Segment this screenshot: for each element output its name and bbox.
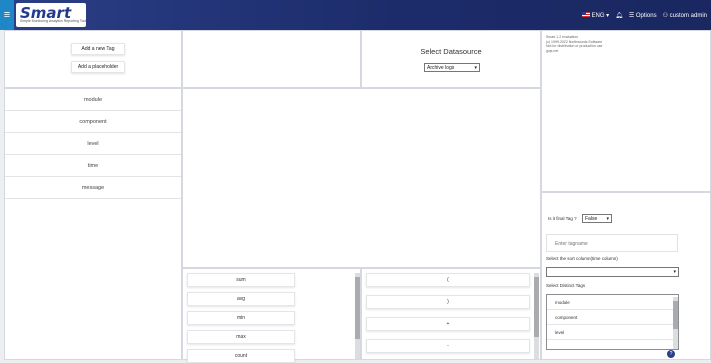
us-flag-icon	[581, 12, 590, 18]
tag-actions-panel: Add a new Tag Add a placeholder	[4, 30, 182, 88]
column-item-message[interactable]: message	[5, 177, 181, 199]
diagram-info-panel: Smart 1.2 evaluation (c) 1999-2022 North…	[541, 30, 711, 192]
datasource-select[interactable]: Archive logs ▾	[424, 63, 480, 72]
functions-panel: sum avg min max count	[182, 268, 361, 363]
options-label: Options	[635, 12, 657, 19]
final-tag-select[interactable]: False ▾	[582, 214, 612, 223]
sort-column-select[interactable]: ▾	[546, 267, 679, 277]
operator-open-paren-button[interactable]: (	[366, 273, 530, 287]
chevron-down-icon: ▾	[673, 269, 676, 275]
logo-tagline: Simple Monitoring Analytics Reporting To…	[20, 19, 87, 23]
function-avg-button[interactable]: avg	[187, 292, 295, 306]
column-item-module[interactable]: module	[5, 89, 181, 111]
operator-minus-button[interactable]: -	[366, 339, 530, 353]
top-middle-panel	[182, 30, 361, 88]
help-icon[interactable]: ?	[667, 350, 675, 358]
license-line-3: Not for distribution or production use	[546, 44, 603, 48]
function-min-button[interactable]: min	[187, 311, 295, 325]
operators-panel: ( ) + -	[361, 268, 541, 360]
user-icon: ⚇	[662, 12, 668, 19]
user-label: custom admin	[669, 12, 707, 19]
chevron-down-icon: ▾	[606, 216, 609, 222]
function-count-button[interactable]: count	[187, 349, 295, 363]
add-placeholder-button[interactable]: Add a placeholder	[71, 61, 125, 73]
column-item-level[interactable]: level	[5, 133, 181, 155]
function-max-button[interactable]: max	[187, 330, 295, 344]
datasource-title: Select Datasource	[420, 47, 482, 56]
chevron-down-icon: ▾	[474, 65, 477, 71]
distinct-tag-component[interactable]: component	[547, 310, 678, 325]
final-tag-value: False	[585, 216, 598, 222]
operator-close-paren-button[interactable]: )	[366, 295, 530, 309]
top-navbar: ≡ Smart Simple Monitoring Analytics Repo…	[0, 0, 711, 30]
language-selector[interactable]: ENG ▾	[581, 12, 609, 19]
sliders-icon: ☰	[628, 12, 635, 19]
app-logo[interactable]: Smart Simple Monitoring Analytics Report…	[16, 3, 86, 27]
operator-plus-button[interactable]: +	[366, 317, 530, 331]
distinct-tag-level[interactable]: level	[547, 325, 678, 340]
options-button[interactable]: ☰ Options	[629, 12, 657, 19]
final-tag-label: Is it final Tag ?	[548, 216, 577, 221]
license-text: Smart 1.2 evaluation (c) 1999-2022 North…	[546, 35, 602, 53]
functions-scrollbar[interactable]	[355, 273, 360, 359]
add-new-tag-button[interactable]: Add a new Tag	[71, 43, 125, 55]
sort-column-label: Select the sort column(time column)	[546, 256, 618, 261]
distinct-tag-module[interactable]: module	[547, 295, 678, 310]
bell-icon[interactable]: 🔔︎	[615, 12, 623, 19]
function-sum-button[interactable]: sum	[187, 273, 295, 287]
datasource-value: Archive logs	[427, 65, 455, 71]
tag-form-panel: Is it final Tag ? False ▾ Enter tagname …	[541, 192, 711, 360]
distinct-tags-list[interactable]: module component level	[546, 294, 679, 350]
column-item-time[interactable]: time	[5, 155, 181, 177]
language-label: ENG	[591, 12, 605, 19]
datasource-panel: Select Datasource Archive logs ▾	[361, 30, 541, 88]
column-item-component[interactable]: component	[5, 111, 181, 133]
tagname-input[interactable]: Enter tagname	[546, 234, 678, 252]
expression-canvas[interactable]	[182, 88, 541, 268]
distinct-tags-scrollbar[interactable]	[673, 297, 678, 349]
license-line-4: gojs.net	[546, 48, 559, 53]
menu-icon[interactable]: ≡	[0, 0, 14, 30]
operators-scrollbar[interactable]	[534, 273, 539, 359]
distinct-tags-label: Select Distinct Tags	[546, 283, 586, 288]
column-list-panel: module component level time message	[4, 88, 182, 360]
user-menu[interactable]: ⚇ custom admin	[663, 12, 707, 19]
